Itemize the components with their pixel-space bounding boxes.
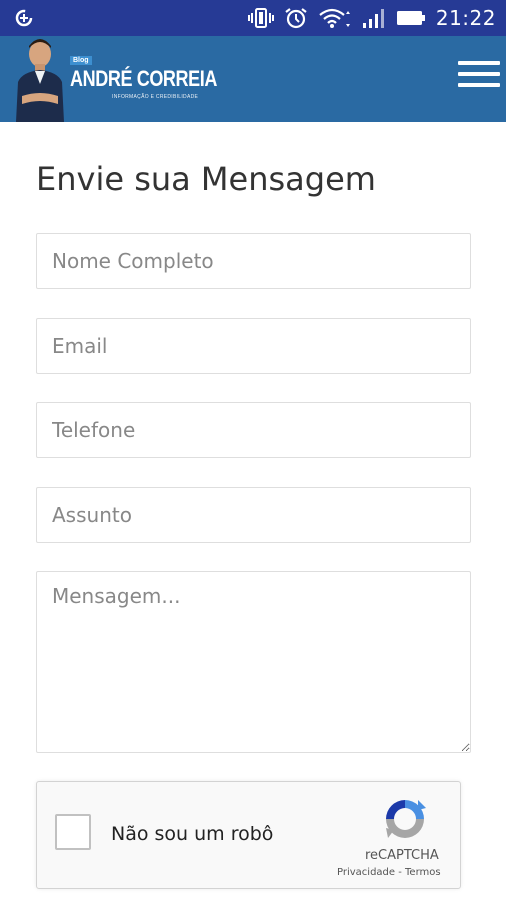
subject-input[interactable] [36, 487, 471, 543]
message-textarea[interactable] [36, 571, 471, 753]
phone-input[interactable] [36, 402, 471, 458]
app-header: Blog ANDRÉ CORREIA INFORMAÇÃO E CREDIBIL… [0, 36, 506, 122]
vibrate-icon [247, 8, 274, 28]
recaptcha-widget: Não sou um robô reCAPTCHA Privacidade - … [36, 781, 461, 889]
recaptcha-label: Não sou um robô [111, 823, 274, 845]
links-separator: - [395, 867, 406, 878]
data-saver-icon [15, 9, 33, 27]
hamburger-menu-icon[interactable] [458, 61, 500, 93]
recaptcha-links: Privacidade - Termos [337, 867, 441, 878]
logo-subtitle: INFORMAÇÃO E CREDIBILIDADE [112, 94, 199, 100]
email-input[interactable] [36, 318, 471, 374]
wifi-icon [319, 8, 350, 28]
logo-tag: Blog [70, 56, 92, 65]
blog-logo[interactable]: Blog ANDRÉ CORREIA INFORMAÇÃO E CREDIBIL… [70, 56, 217, 116]
recaptcha-logo-icon [386, 800, 426, 838]
signal-icon [362, 9, 384, 28]
form-title: Envie sua Mensagem [36, 160, 376, 198]
alarm-icon [285, 8, 307, 29]
clock: 21:22 [435, 6, 496, 30]
battery-icon [396, 11, 425, 25]
terms-link[interactable]: Termos [405, 867, 441, 878]
status-bar: 21:22 [0, 0, 506, 36]
logo-name: ANDRÉ CORREIA [70, 66, 218, 91]
recaptcha-checkbox[interactable] [55, 814, 91, 850]
author-photo [16, 39, 64, 122]
name-input[interactable] [36, 233, 471, 289]
recaptcha-brand: reCAPTCHA [365, 848, 439, 863]
privacy-link[interactable]: Privacidade [337, 867, 395, 878]
